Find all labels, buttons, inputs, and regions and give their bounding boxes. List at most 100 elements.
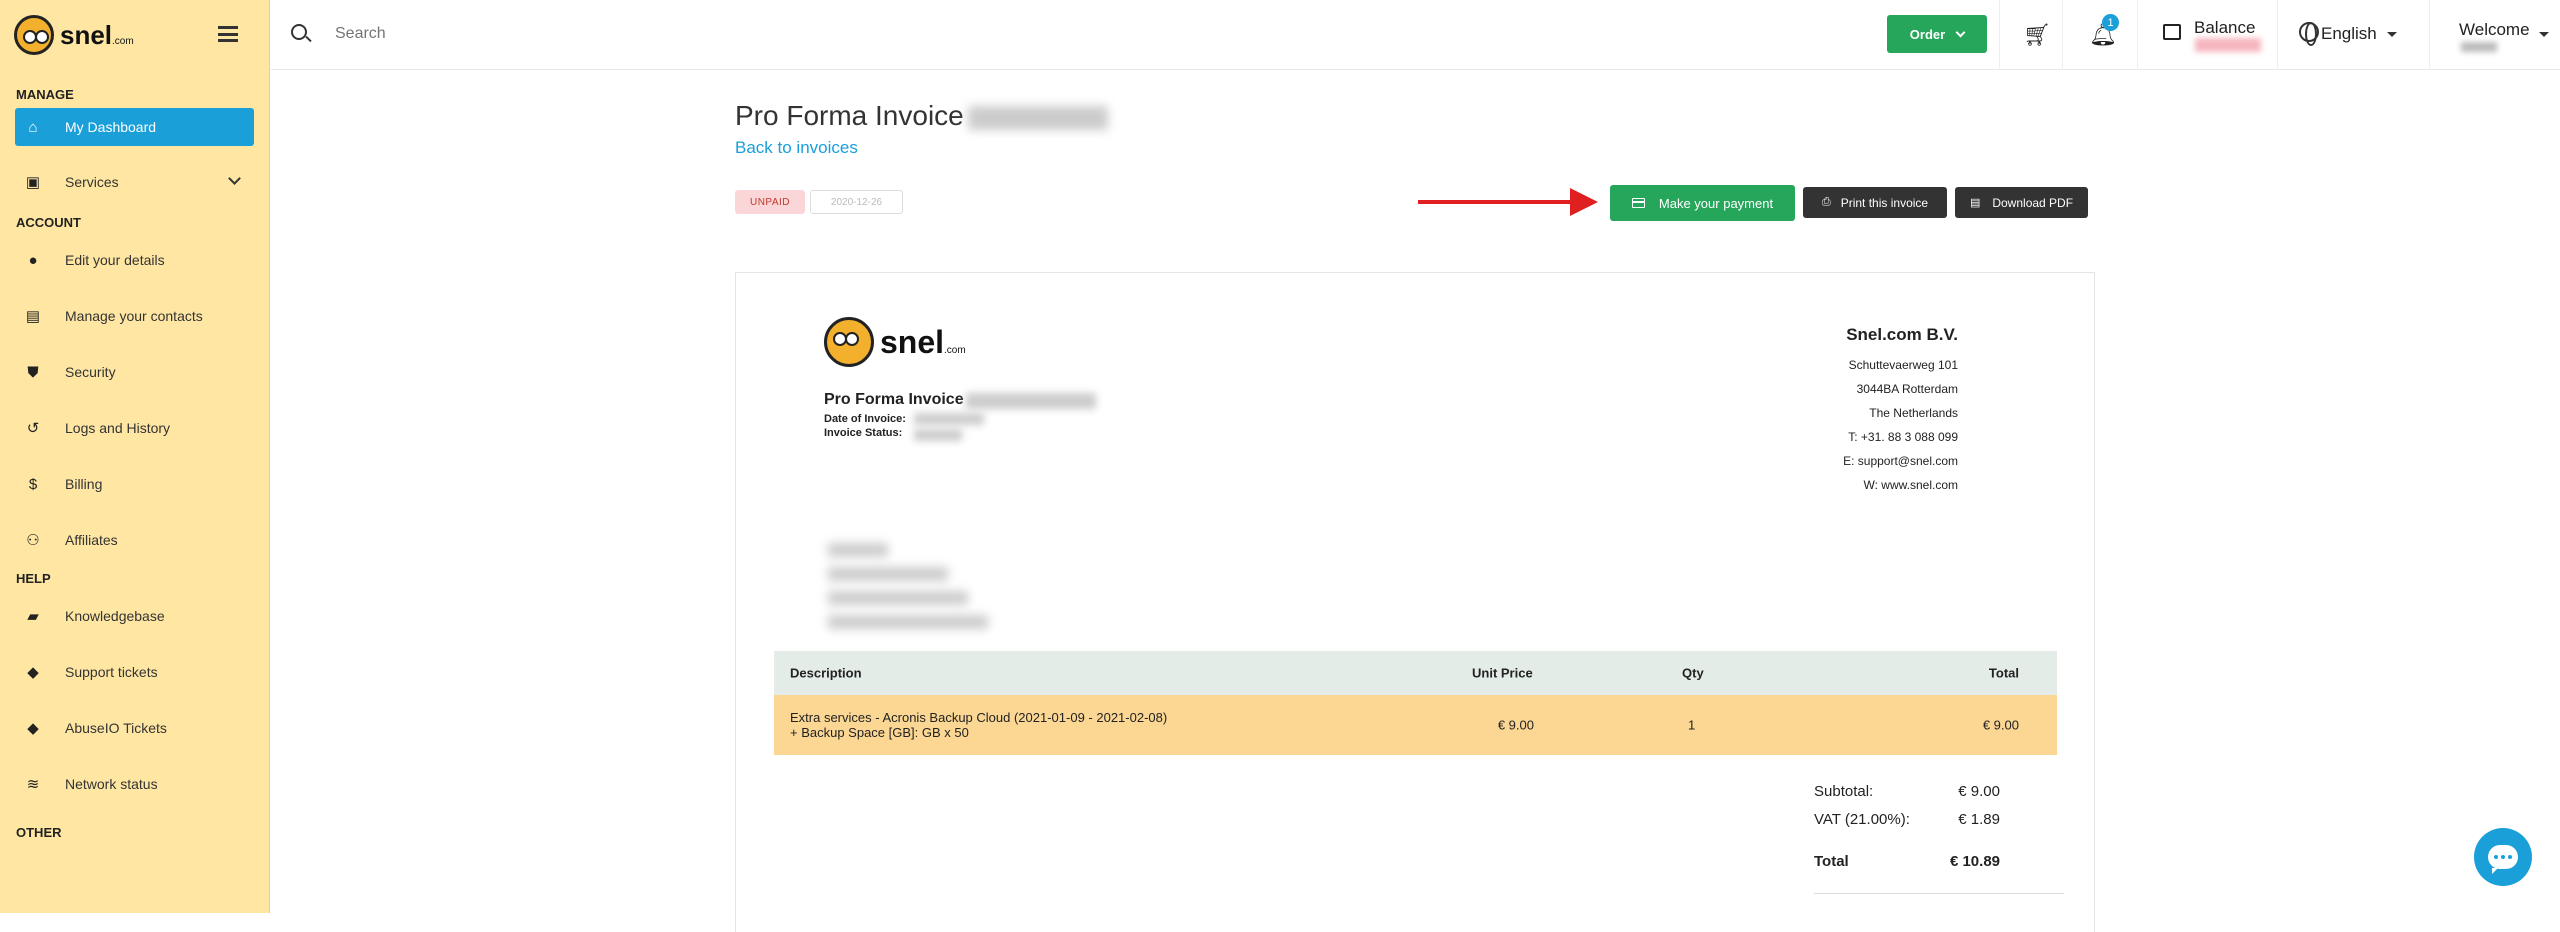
company-phone: T: +31. 88 3 088 099 [1848, 430, 1958, 444]
sidebar-item-security[interactable]: ⛊ Security [0, 344, 269, 400]
logo-suffix: .com [112, 35, 134, 47]
pdf-label: Download PDF [1992, 195, 2074, 210]
bee-logo-icon [14, 15, 54, 55]
search-input[interactable] [335, 20, 835, 48]
print-invoice-button[interactable]: ⎙ Print this invoice [1803, 187, 1947, 218]
date-of-invoice-label: Date of Invoice: [824, 413, 906, 425]
contacts-icon: ▤ [25, 308, 41, 325]
invoice-title: Pro Forma Invoice [824, 391, 964, 408]
sidebar: snel.com MANAGE ⌂ My Dashboard ▣ Service… [0, 0, 270, 913]
company-email: E: support@snel.com [1843, 454, 1958, 468]
chevron-down-icon [1955, 27, 1966, 37]
search-icon [291, 24, 307, 40]
person-icon: ● [28, 251, 38, 269]
date-badge: 2020-12-26 [810, 190, 903, 214]
page-title: Pro Forma Invoice [735, 100, 964, 131]
sidebar-item-knowledgebase[interactable]: ▰ Knowledgebase [0, 588, 269, 644]
folder-icon: ▰ [27, 608, 39, 625]
group-add-icon: ⚇ [26, 532, 40, 549]
vat-label: VAT (21.00%): [1814, 811, 1910, 828]
back-to-invoices-link[interactable]: Back to invoices [735, 138, 858, 158]
divider [1814, 893, 2064, 894]
status-badge: UNPAID [735, 190, 805, 214]
subtotal-value: € 9.00 [1958, 783, 2000, 800]
download-pdf-button[interactable]: ▤ Download PDF [1955, 187, 2088, 218]
sidebar-item-label: Knowledgebase [65, 608, 165, 624]
menu-toggle-icon[interactable] [218, 26, 238, 42]
company-city: 3044BA Rotterdam [1856, 382, 1958, 396]
sidebar-item-label: Affiliates [65, 532, 118, 548]
table-header: Description Unit Price Qty Total [774, 651, 2057, 695]
sidebar-item-contacts[interactable]: ▤ Manage your contacts [0, 288, 269, 344]
sidebar-item-network[interactable]: ≋ Network status [0, 756, 269, 812]
row-unit-price: € 9.00 [1497, 717, 1534, 733]
username-redacted [2461, 42, 2497, 52]
make-payment-button[interactable]: Make your payment [1610, 185, 1795, 221]
sidebar-item-label: Billing [65, 476, 103, 492]
sidebar-item-label: My Dashboard [65, 119, 157, 135]
wallet-icon[interactable] [2163, 24, 2181, 40]
cart-icon[interactable]: 🛒︎ [2023, 22, 2051, 48]
balance-label[interactable]: Balance [2194, 18, 2255, 38]
shield-icon: ⛊ [27, 363, 39, 381]
logo[interactable]: snel.com [0, 0, 269, 70]
user-menu[interactable]: Welcome [2459, 20, 2530, 40]
total-value: € 10.89 [1949, 853, 2000, 870]
company-web: W: www.snel.com [1863, 478, 1958, 492]
chat-icon [2488, 845, 2518, 874]
invoice-logo: snel.com [824, 317, 966, 367]
sidebar-item-label: Logs and History [65, 420, 171, 436]
sidebar-item-affiliates[interactable]: ⚇ Affiliates [0, 512, 269, 568]
chevron-down-icon [228, 172, 241, 185]
services-icon: ▣ [25, 174, 41, 191]
invoice-number-redacted [968, 106, 1108, 130]
balance-value-redacted [2195, 38, 2261, 52]
customer-address-redacted [828, 567, 948, 581]
sidebar-item-dashboard[interactable]: ⌂ My Dashboard [15, 108, 254, 146]
chat-button[interactable] [2474, 828, 2532, 886]
row-description-line1: Extra services - Acronis Backup Cloud (2… [790, 710, 1168, 725]
order-label: Order [1909, 26, 1946, 42]
language-selector[interactable]: English [2321, 24, 2377, 44]
divider [2062, 0, 2063, 70]
sidebar-item-label: Edit your details [65, 252, 165, 268]
red-arrow-annotation [1418, 200, 1576, 204]
print-label: Print this invoice [1840, 195, 1929, 210]
ticket-icon: ◆ [27, 720, 39, 737]
order-button[interactable]: Order [1887, 15, 1987, 53]
divider [2429, 0, 2430, 70]
make-payment-label: Make your payment [1658, 195, 1774, 211]
sidebar-item-support[interactable]: ◆ Support tickets [0, 644, 269, 700]
invoice-document: snel.com Pro Forma Invoice Date of Invoi… [735, 272, 2095, 932]
sidebar-item-billing[interactable]: $ Billing [0, 456, 269, 512]
company-country: The Netherlands [1869, 406, 1958, 420]
divider [2137, 0, 2138, 70]
vat-value: € 1.89 [1958, 811, 2000, 828]
sidebar-item-edit-details[interactable]: ● Edit your details [0, 232, 269, 288]
red-arrow-head [1570, 188, 1598, 216]
row-total: € 9.00 [1982, 717, 2019, 733]
section-title-help: HELP [16, 571, 51, 586]
ticket-icon: ◆ [27, 664, 39, 681]
logo-text: snel [880, 323, 945, 360]
caret-down-icon [2539, 32, 2549, 37]
caret-down-icon [2387, 32, 2397, 37]
divider [1999, 0, 2000, 70]
sidebar-item-abuseio[interactable]: ◆ AbuseIO Tickets [0, 700, 269, 756]
history-icon: ↺ [26, 420, 40, 437]
logo-suffix: .com [944, 344, 966, 356]
sidebar-item-logs[interactable]: ↺ Logs and History [0, 400, 269, 456]
document-icon: ▤ [1969, 197, 1981, 209]
sidebar-item-services[interactable]: ▣ Services [0, 154, 269, 210]
total-label: Total [1814, 853, 1849, 870]
company-street: Schuttevaerweg 101 [1848, 358, 1958, 372]
globe-icon[interactable] [2299, 22, 2319, 46]
sidebar-item-label: Support tickets [65, 664, 158, 680]
logo-text: snel [60, 19, 113, 50]
row-description-line2: + Backup Space [GB]: GB x 50 [790, 725, 969, 740]
notification-badge: 1 [2102, 14, 2119, 31]
bee-logo-icon [824, 317, 874, 367]
invoice-status-redacted [914, 429, 962, 441]
subtotal-label: Subtotal: [1814, 783, 1874, 800]
customer-address-redacted [828, 615, 988, 629]
